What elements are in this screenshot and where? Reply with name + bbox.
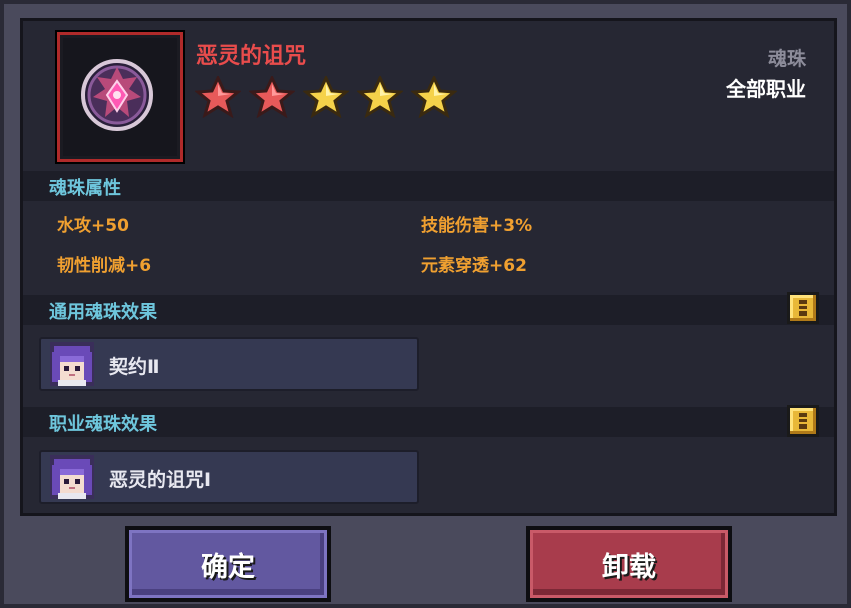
common-effect-card[interactable]: 契约Ⅱ: [39, 337, 419, 391]
attribute-toughness-reduction: 韧性削减+6: [57, 256, 152, 276]
class-effect-heading-bar: 职业魂珠效果: [23, 407, 834, 437]
item-type: 魂珠: [767, 48, 806, 70]
common-effect-heading-bar: 通用魂珠效果: [23, 295, 834, 325]
purple-hair-girl-portrait-icon: [50, 342, 94, 386]
item-detail-window: 恶灵的诅咒 魂珠 全部职业 魂珠属性 水攻+50 技能伤害+3% 韧性削减+6 …: [0, 0, 851, 608]
star-icon-red: [195, 76, 241, 118]
attributes-heading: 魂珠属性: [49, 178, 121, 199]
star-icon-gold: [357, 76, 403, 118]
star-icon-gold: [303, 76, 349, 118]
common-effect-heading: 通用魂珠效果: [49, 302, 157, 323]
attributes-row-2: 韧性削减+6 元素穿透+62: [23, 241, 834, 281]
star-icon-gold: [411, 76, 457, 118]
common-effect-label: 契约Ⅱ: [109, 356, 160, 378]
class-effect-heading: 职业魂珠效果: [49, 414, 157, 435]
class-effect-card[interactable]: 恶灵的诅咒Ⅰ: [39, 450, 419, 504]
unload-button[interactable]: 卸载: [526, 526, 732, 602]
attribute-element-penetration: 元素穿透+62: [421, 256, 527, 276]
item-detail-panel: 恶灵的诅咒 魂珠 全部职业 魂珠属性 水攻+50 技能伤害+3% 韧性削减+6 …: [20, 18, 837, 516]
info-icon: [799, 413, 807, 429]
confirm-button[interactable]: 确定: [125, 526, 331, 602]
attributes-row-1: 水攻+50 技能伤害+3%: [23, 201, 834, 241]
attributes-heading-bar: 魂珠属性: [23, 171, 834, 201]
soul-orb-icon: [81, 59, 153, 131]
common-effect-info-button[interactable]: [787, 292, 819, 324]
class-effect-label: 恶灵的诅咒Ⅰ: [109, 469, 212, 491]
attribute-skill-damage: 技能伤害+3%: [421, 216, 533, 236]
info-icon: [799, 300, 807, 316]
item-name: 恶灵的诅咒: [196, 44, 307, 69]
star-rating: [195, 76, 457, 118]
star-icon-red: [249, 76, 295, 118]
item-icon-frame: [57, 32, 183, 162]
attribute-water-attack: 水攻+50: [57, 216, 129, 236]
item-class: 全部职业: [726, 77, 806, 101]
purple-hair-girl-portrait-icon: [50, 455, 94, 499]
class-effect-info-button[interactable]: [787, 405, 819, 437]
